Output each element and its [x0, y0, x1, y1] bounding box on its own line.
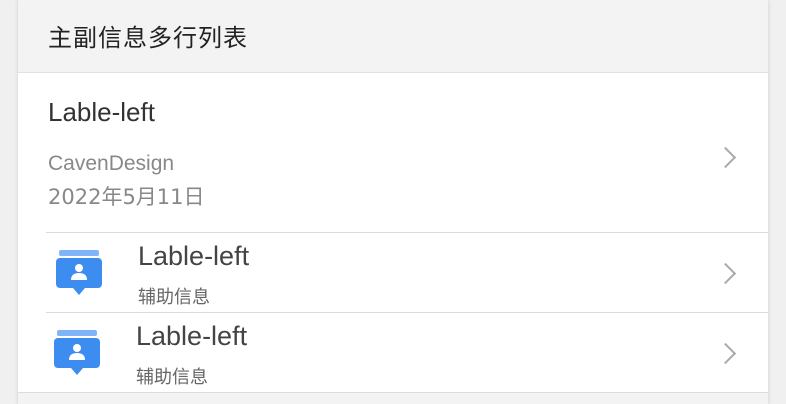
chevron-right-icon	[714, 342, 737, 365]
list-item-subtitle: 辅助信息	[136, 367, 208, 388]
list-item-subtitle: 辅助信息	[138, 287, 210, 308]
chevron-right-icon	[714, 262, 737, 285]
contact-card-icon	[54, 330, 100, 375]
list-item-with-two-subtitles[interactable]: Lable-left CavenDesign 2022年5月11日	[18, 73, 768, 232]
multiline-list: Lable-left CavenDesign 2022年5月11日 Lable-…	[18, 73, 768, 393]
list-header: 主副信息多行列表	[18, 0, 768, 73]
list-item-title: Lable-left	[48, 97, 155, 127]
contact-card-icon	[56, 250, 102, 295]
chevron-right-icon	[714, 146, 737, 169]
list-item-with-icon[interactable]: Lable-left 辅助信息	[18, 233, 768, 313]
list-item-subtitle: CavenDesign	[48, 152, 175, 175]
list-item-date: 2022年5月11日	[48, 185, 205, 209]
page-title: 主副信息多行列表	[48, 24, 248, 52]
list-item-title: Lable-left	[138, 241, 250, 271]
list-item-with-icon[interactable]: Lable-left 辅助信息	[18, 313, 768, 393]
list-panel: 主副信息多行列表 Lable-left CavenDesign 2022年5月1…	[18, 0, 768, 404]
list-item-title: Lable-left	[136, 321, 248, 351]
